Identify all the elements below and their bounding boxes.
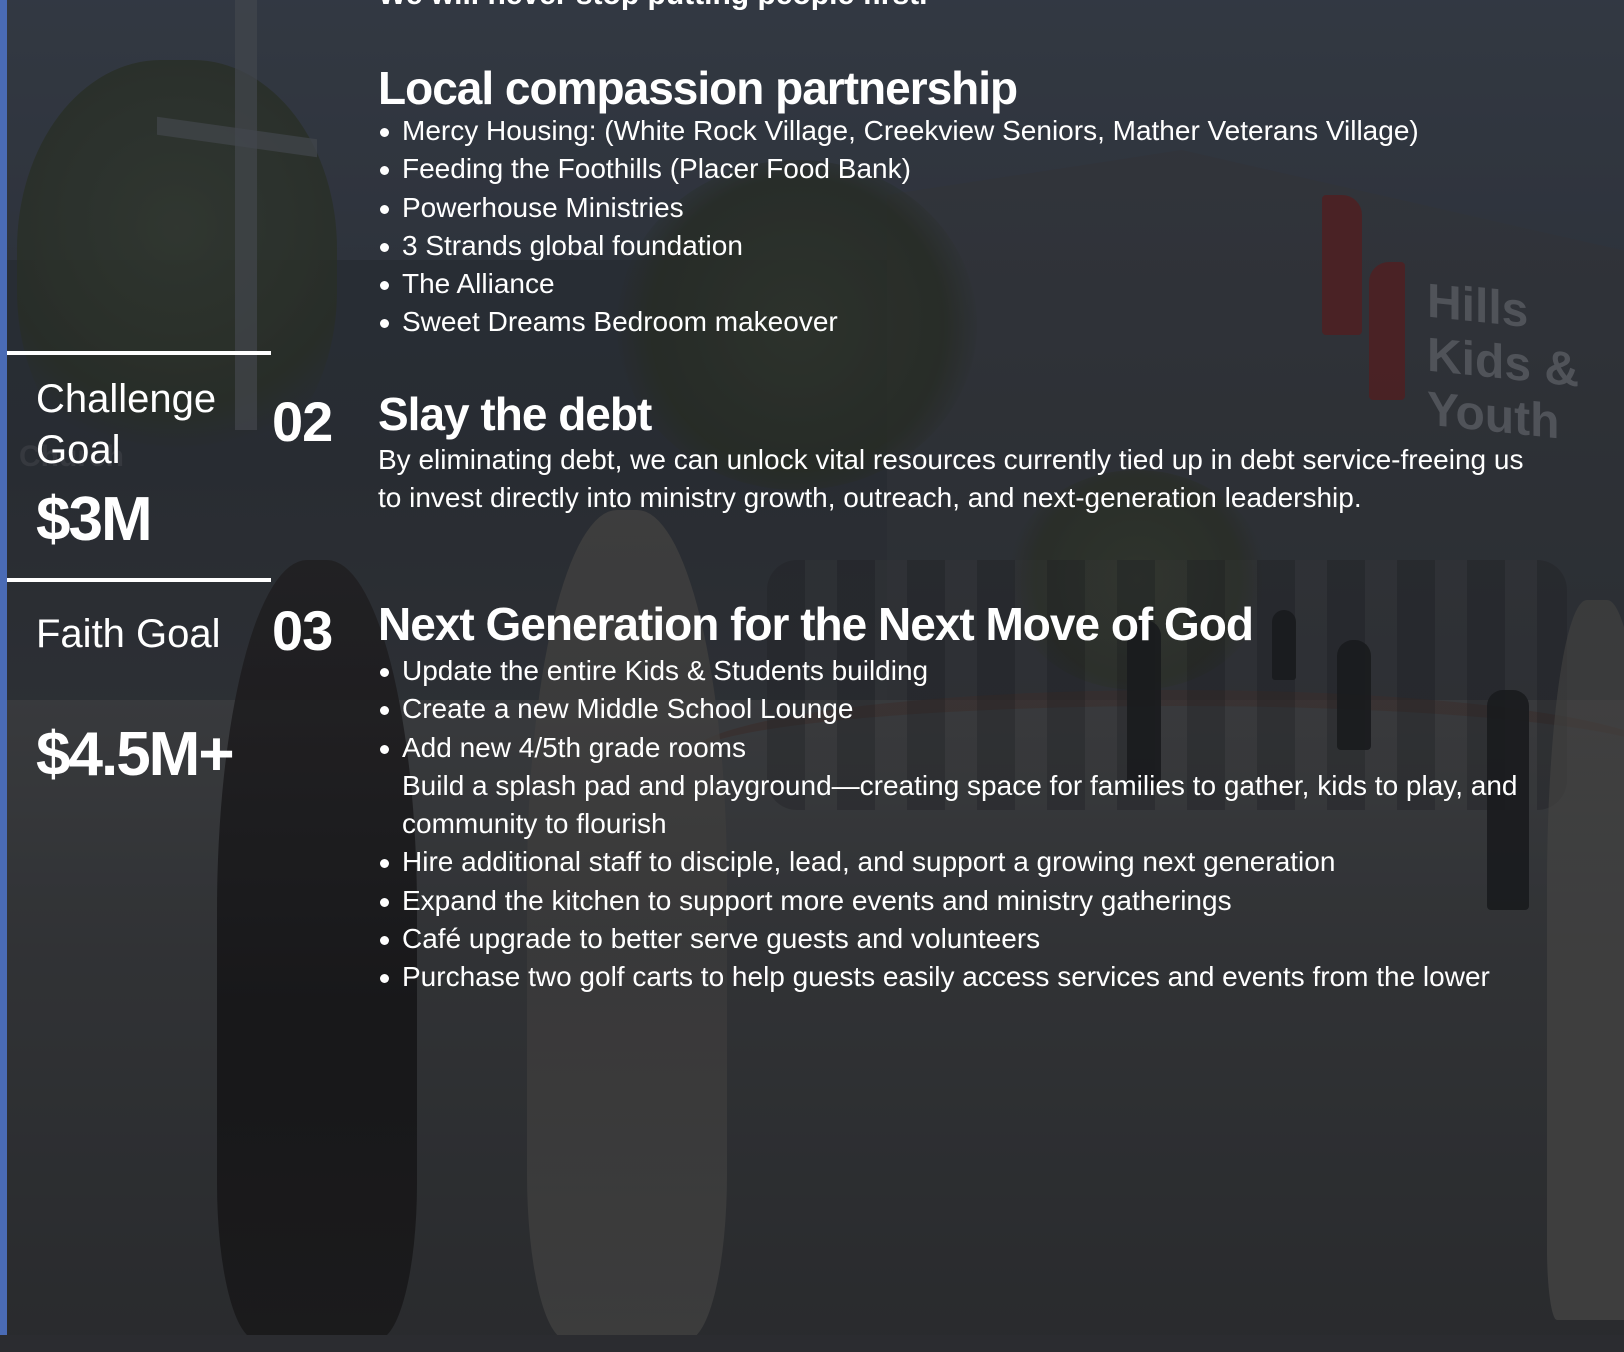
- intro-tagline: We will never stop putting people first.: [378, 0, 928, 12]
- list-item: Feeding the Foothills (Placer Food Bank): [378, 150, 1608, 188]
- list-item: Sweet Dreams Bedroom makeover: [378, 303, 1608, 341]
- challenge-goal-amount: $3M: [36, 485, 153, 554]
- slay-debt-title: Slay the debt: [378, 388, 652, 440]
- list-item: Café upgrade to better serve guests and …: [378, 920, 1608, 958]
- next-generation-title: Next Generation for the Next Move of God: [378, 598, 1254, 650]
- list-item: Update the entire Kids & Students buildi…: [378, 652, 1608, 690]
- goal-divider: [7, 351, 271, 355]
- list-item: Add new 4/5th grade rooms: [378, 729, 1608, 767]
- next-generation-list: Update the entire Kids & Students buildi…: [378, 652, 1608, 997]
- local-compassion-list: Mercy Housing: (White Rock Village, Cree…: [378, 112, 1608, 342]
- section-number: 03: [272, 599, 333, 662]
- local-compassion-title: Local compassion partnership: [378, 62, 1018, 114]
- list-item: Create a new Middle School Lounge: [378, 690, 1608, 728]
- list-item: Expand the kitchen to support more event…: [378, 882, 1608, 920]
- slay-debt-body: By eliminating debt, we can unlock vital…: [378, 444, 1524, 514]
- list-item: Powerhouse Ministries: [378, 189, 1608, 227]
- faith-goal-label: Faith Goal: [36, 612, 221, 656]
- list-item: Hire additional staff to disciple, lead,…: [378, 843, 1608, 881]
- goal-divider: [7, 578, 271, 582]
- campaign-page: Hills Kids & Youth Church We will never …: [0, 0, 1624, 1352]
- list-item: Purchase two golf carts to help guests e…: [378, 958, 1608, 996]
- list-item: The Alliance: [378, 265, 1608, 303]
- challenge-goal-label: Challenge Goal: [36, 377, 217, 472]
- content-layer: We will never stop putting people first.…: [0, 0, 1624, 1352]
- list-item: Build a splash pad and playground—creati…: [402, 769, 1518, 840]
- section-number: 02: [272, 390, 333, 453]
- list-item: 3 Strands global foundation: [378, 227, 1608, 265]
- faith-goal-amount: $4.5M+: [36, 720, 235, 789]
- list-item: Mercy Housing: (White Rock Village, Cree…: [378, 112, 1608, 150]
